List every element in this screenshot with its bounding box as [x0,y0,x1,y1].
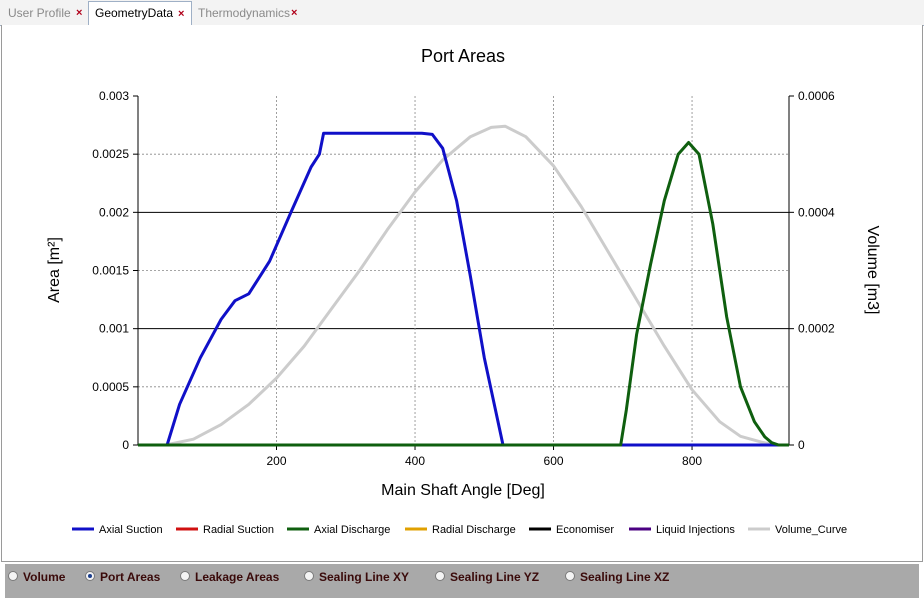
radio-circle[interactable] [435,571,445,581]
x-tick-label: 800 [682,454,702,468]
y-tick-label: 0.003 [99,89,129,103]
radio-label: Volume [23,570,66,584]
x-tick-label: 200 [266,454,286,468]
y-tick-label: 0.001 [99,322,129,336]
radio-circle[interactable] [304,571,314,581]
close-icon[interactable]: × [291,3,297,24]
legend-label: Economiser [556,524,614,536]
y-axis-label: Area [m²] [46,237,63,303]
tab-geometry-data[interactable]: GeometryData × [88,1,192,26]
y2-tick-label: 0.0002 [798,322,835,336]
radio-label: Sealing Line XY [319,570,410,584]
port-areas-chart: Port Areas 0 0.0005 0.001 0.0015 0.002 0.0025… [46,46,881,536]
y-tick-label: 0.0005 [92,380,129,394]
close-icon[interactable]: × [76,3,82,24]
tab-label: Thermodynamics [198,6,291,20]
radio-circle[interactable] [180,571,190,581]
view-selector-bar: Volume Port Areas Leakage Areas Sealing … [5,564,919,598]
chart-panel: Port Areas 0 0.0005 0.001 0.0015 0.002 0.0025… [1,25,923,562]
tab-bar: User Profile × GeometryData × Thermodyna… [0,0,924,26]
legend-label: Radial Suction [203,524,274,536]
legend-label: Radial Discharge [432,524,516,536]
tick-labels: 0 0.0005 0.001 0.0015 0.002 0.0025 0.003 200 400… [92,89,835,468]
legend-label: Axial Discharge [314,524,390,536]
y-tick-label: 0.002 [99,205,129,219]
chart-title: Port Areas [421,46,505,66]
series-lines [138,124,789,447]
close-icon[interactable]: × [178,3,184,26]
y-tick-label: 0.0025 [92,147,129,161]
y2-tick-label: 0.0006 [798,89,835,103]
tab-label: GeometryData [95,6,174,20]
y-tick-label: 0 [122,438,129,452]
y2-tick-label: 0 [798,438,805,452]
radio-circle-selected[interactable] [85,571,95,581]
series-line-axial-discharge [138,141,789,447]
radio-label: Leakage Areas [195,570,280,584]
radio-circle[interactable] [8,571,18,581]
tab-label: User Profile [8,6,71,20]
legend-label: Volume_Curve [775,524,847,536]
y-tick-label: 0.0015 [92,264,129,278]
series-line-volume-curve [138,124,789,447]
grid-lines [138,96,789,445]
x-axis-label: Main Shaft Angle [Deg] [381,482,545,499]
radio-label: Port Areas [100,570,161,584]
x-tick-label: 400 [405,454,425,468]
y2-axis-label: Volume [m3] [864,226,881,315]
legend-label: Liquid Injections [656,524,735,536]
radio-circle[interactable] [565,571,575,581]
tab-user-profile[interactable]: User Profile × [2,3,88,24]
series-line-axial-suction [138,131,789,447]
y2-tick-label: 0.0004 [798,205,835,219]
x-tick-label: 600 [544,454,564,468]
legend-label: Axial Suction [99,524,163,536]
tab-thermodynamics[interactable]: Thermodynamics × [192,3,304,24]
radio-label: Sealing Line XZ [580,570,670,584]
legend: Axial Suction Radial Suction Axial Dischar… [72,524,847,536]
radio-label: Sealing Line YZ [450,570,540,584]
